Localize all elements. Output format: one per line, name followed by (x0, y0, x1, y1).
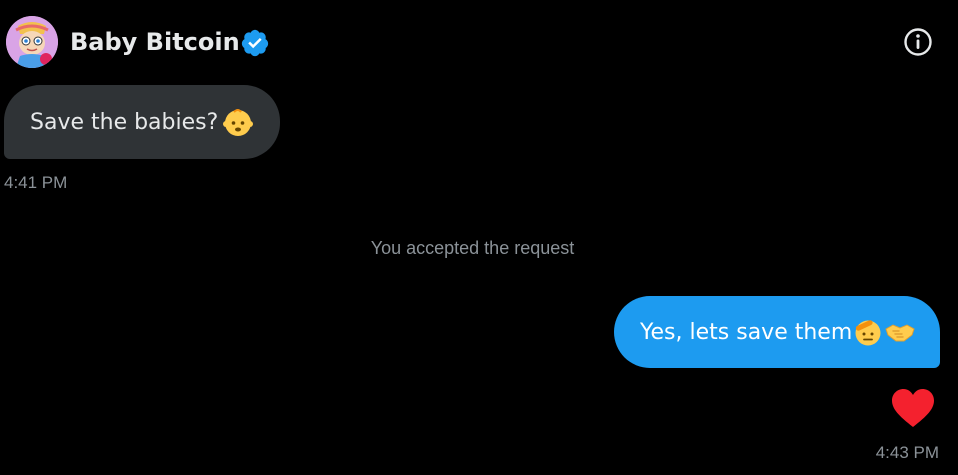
avatar-image (6, 16, 58, 68)
outgoing-message-bubble[interactable]: Yes, lets save them (614, 296, 940, 368)
info-icon[interactable] (902, 26, 934, 58)
saluting-face-emoji (855, 320, 881, 346)
conversation-header: Baby Bitcoin (0, 0, 958, 84)
red-heart-icon[interactable] (890, 388, 936, 428)
incoming-message-bubble[interactable]: Save the babies? (4, 85, 280, 159)
message-timestamp: 4:41 PM (4, 173, 68, 192)
system-message: You accepted the request (370, 238, 575, 258)
verified-badge-icon (241, 29, 269, 57)
contact-name[interactable]: Baby Bitcoin (70, 28, 240, 56)
baby-face-emoji (223, 109, 254, 136)
message-text: Save the babies? (30, 109, 219, 135)
handshake-emoji (885, 324, 915, 342)
message-timestamp: 4:43 PM (875, 443, 939, 462)
message-text: Yes, lets save them (640, 319, 853, 345)
avatar[interactable] (6, 16, 58, 68)
